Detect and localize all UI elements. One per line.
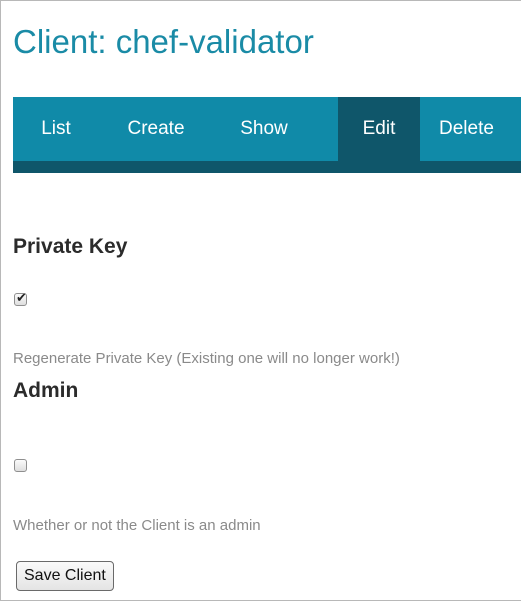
private-key-help-text: Regenerate Private Key (Existing one wil…: [13, 350, 400, 367]
tab-create[interactable]: Create: [99, 97, 213, 161]
page-title: Client: chef-validator: [13, 23, 314, 60]
private-key-checkbox[interactable]: ✔: [14, 291, 27, 306]
tab-delete[interactable]: Delete: [439, 97, 521, 161]
content-frame: Client: chef-validator List Create Show …: [0, 0, 521, 601]
tab-edit[interactable]: Edit: [338, 97, 420, 161]
tab-list[interactable]: List: [13, 97, 99, 161]
private-key-heading: Private Key: [13, 235, 128, 258]
save-client-button[interactable]: Save Client: [16, 561, 114, 591]
tab-bar: List Create Show Edit Delete: [13, 97, 521, 173]
admin-heading: Admin: [13, 379, 79, 402]
tab-show[interactable]: Show: [213, 97, 315, 161]
checkmark-icon: ✔: [16, 291, 27, 306]
admin-checkbox[interactable]: [14, 459, 27, 472]
admin-help-text: Whether or not the Client is an admin: [13, 517, 261, 534]
